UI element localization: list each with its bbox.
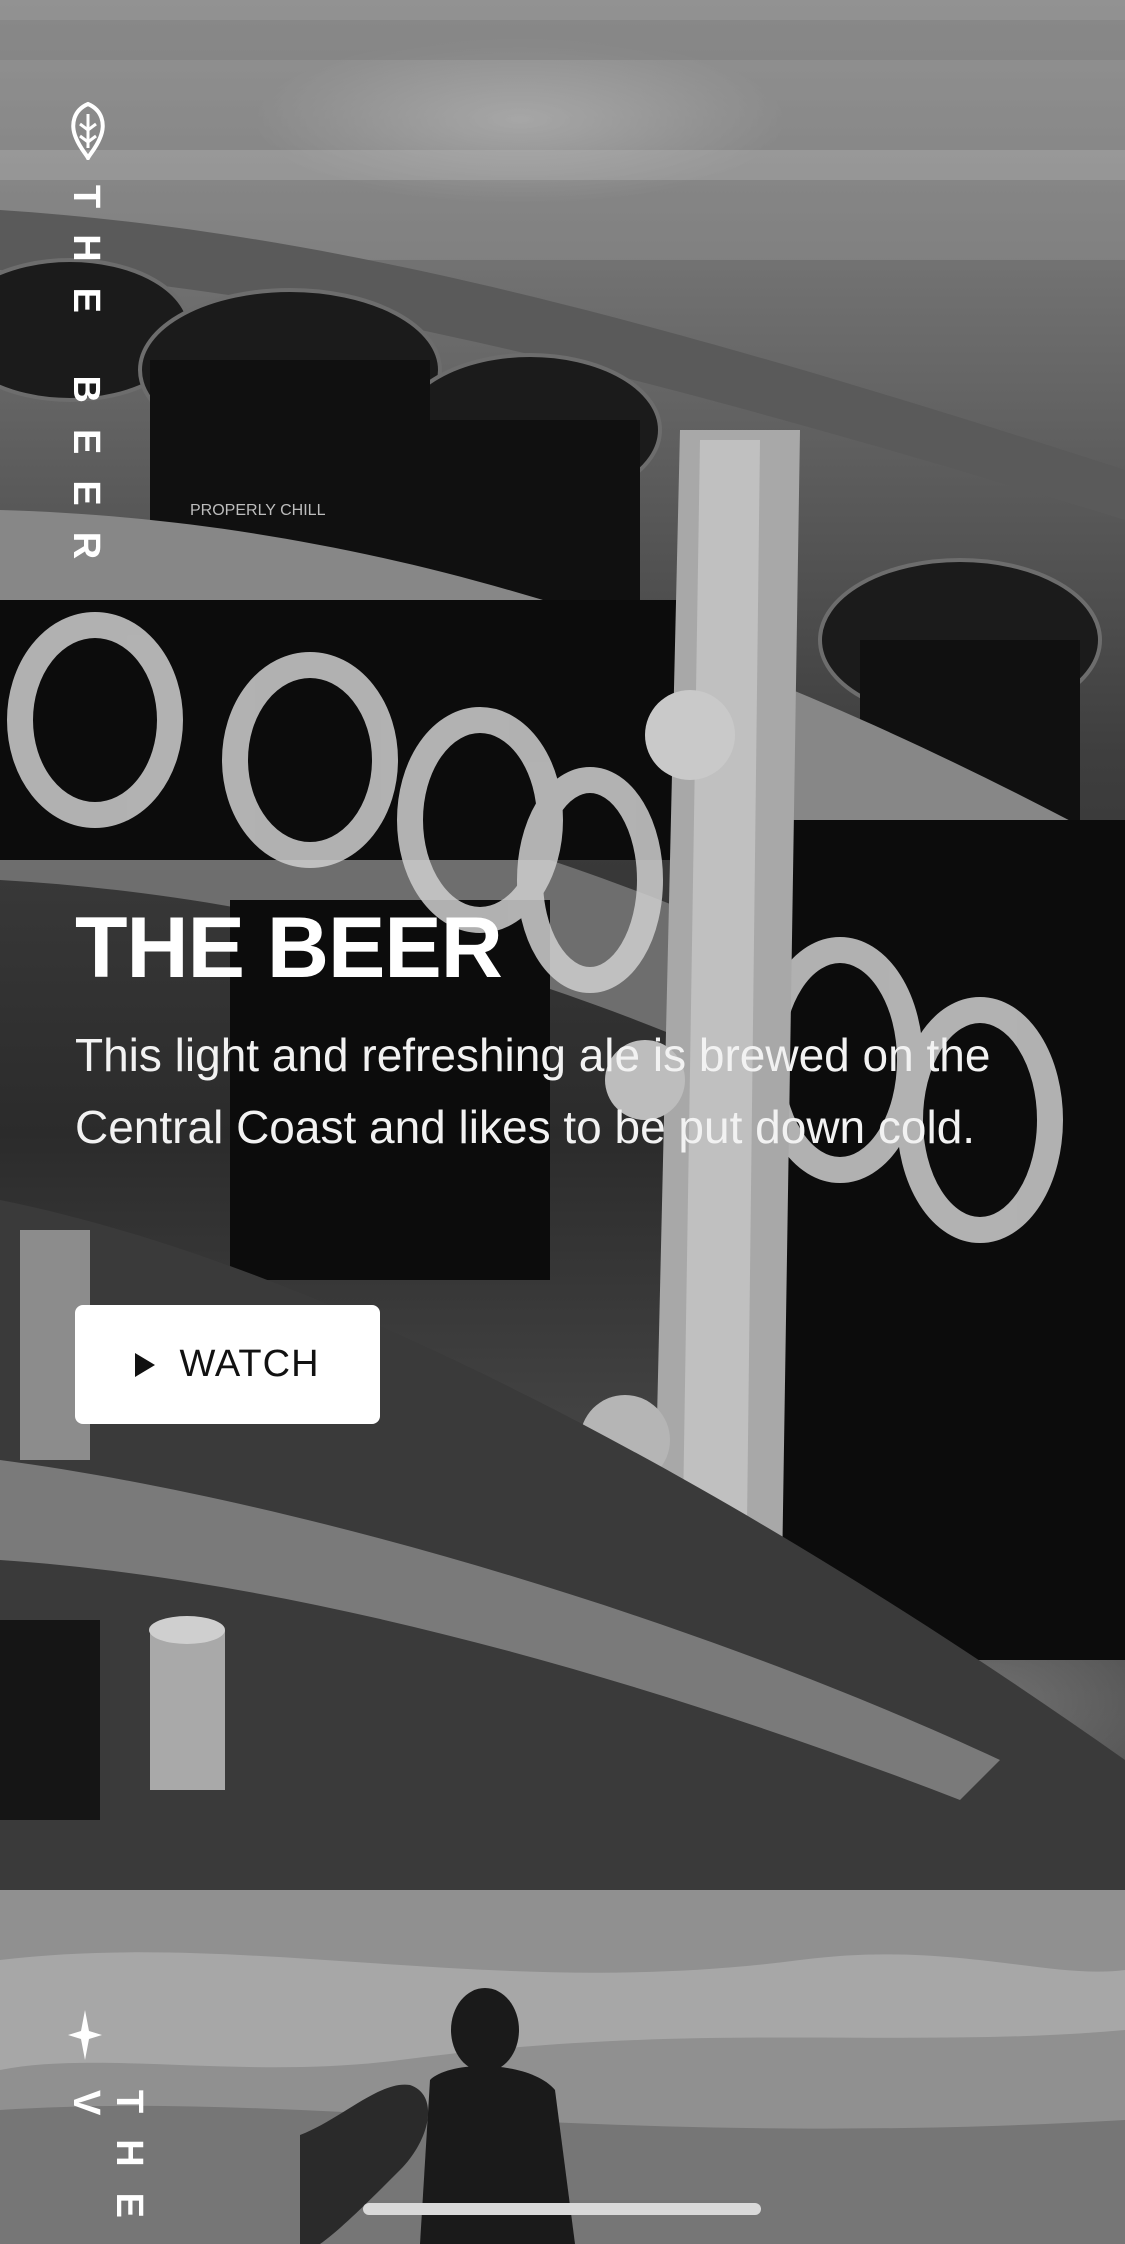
side-section-label: THE BEER <box>65 185 107 586</box>
home-indicator[interactable] <box>363 2203 761 2215</box>
watch-button[interactable]: WATCH <box>75 1305 380 1424</box>
hero-description: This light and refreshing ale is brewed … <box>75 1029 991 1153</box>
star-icon <box>68 2010 102 2065</box>
surfer-photo <box>0 1890 1125 2244</box>
next-section: THE V <box>0 1890 1125 2244</box>
side-section-label-2: THE V <box>65 2090 150 2244</box>
watch-button-label: WATCH <box>179 1343 320 1385</box>
hero-content: THE BEER This light and refreshing ale i… <box>75 905 1055 1163</box>
hop-icon <box>68 100 108 165</box>
photo-can-text: PROPERLY CHILL <box>190 502 326 519</box>
beer-hero-section: PROPERLY CHILL THE BEER THE BEER This li… <box>0 0 1125 1890</box>
play-icon <box>135 1352 156 1377</box>
hero-title: THE BEER <box>75 900 503 996</box>
